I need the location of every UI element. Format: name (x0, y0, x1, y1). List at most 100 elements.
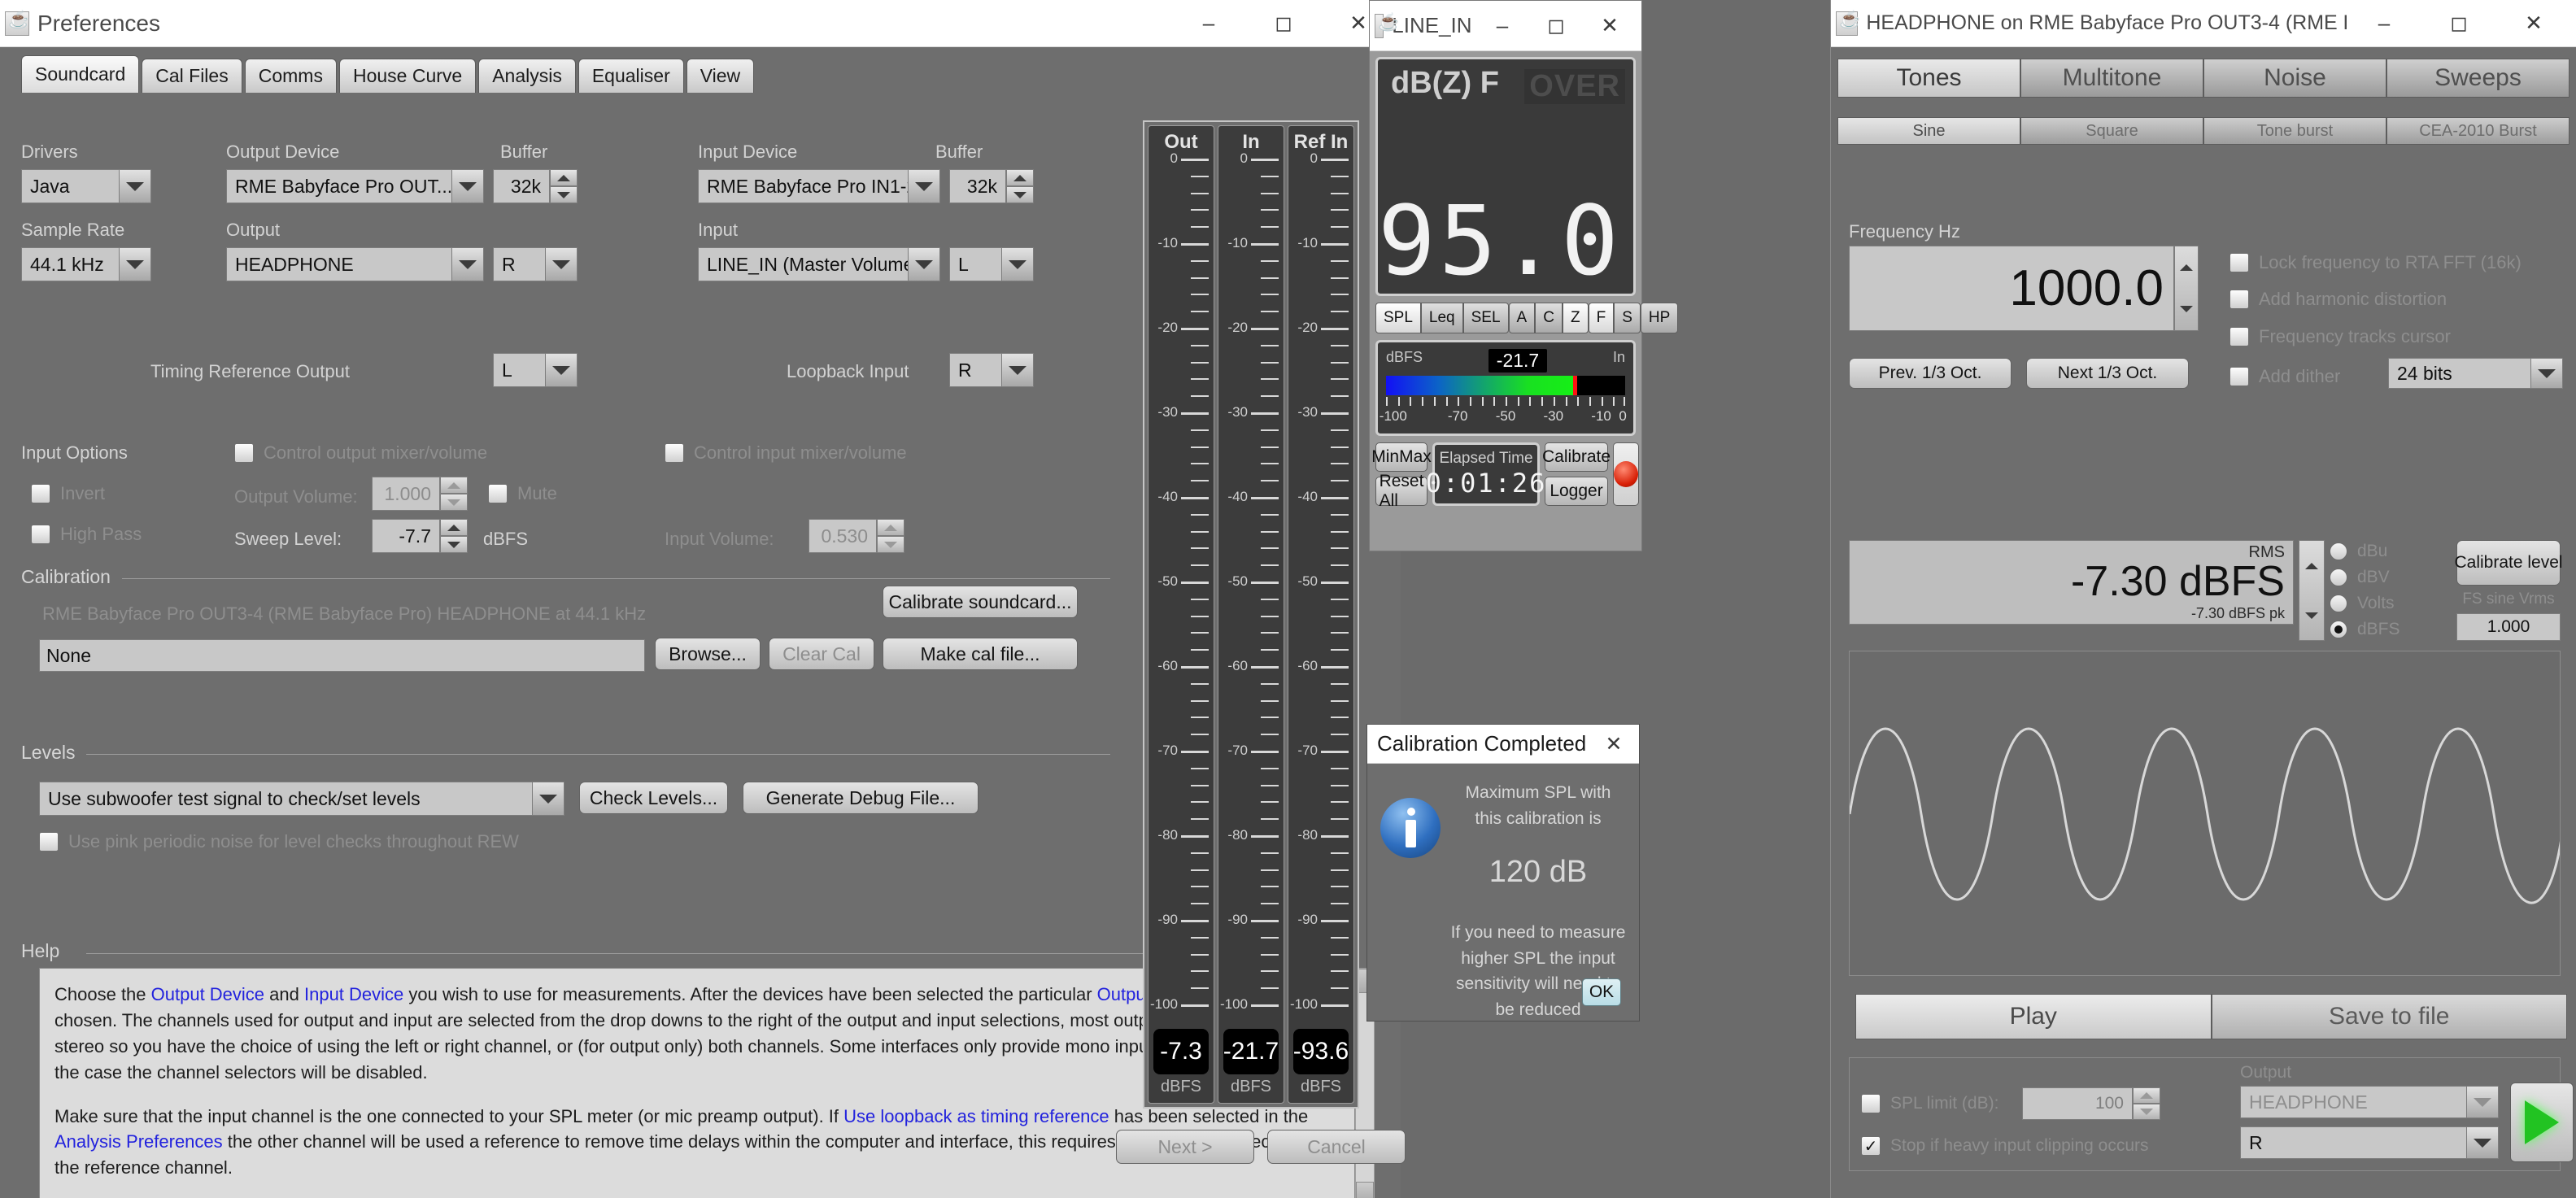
checkbox-box[interactable] (2229, 290, 2249, 309)
checkbox-spl-limit[interactable]: SPL limit (dB): (1861, 1094, 1998, 1113)
checkbox-control-input-mixer[interactable]: Control input mixer/volume (665, 442, 907, 464)
tab-cal-files[interactable]: Cal Files (142, 59, 242, 93)
checkbox-box[interactable] (665, 443, 684, 463)
chevron-down-icon[interactable] (2466, 1126, 2499, 1159)
radio-button[interactable] (2330, 621, 2347, 638)
help-link-use-loopback[interactable]: Use loopback as timing reference (843, 1106, 1109, 1126)
subtab-cea-2010-burst[interactable]: CEA-2010 Burst (2386, 117, 2569, 145)
make-cal-file-button[interactable]: Make cal file... (883, 638, 1078, 670)
minimize-icon[interactable]: – (1171, 1, 1246, 46)
logger-button[interactable]: Logger (1545, 477, 1608, 506)
input-channel-combo[interactable]: L (949, 247, 1034, 281)
spinner-down-icon[interactable] (2175, 289, 2198, 331)
radio-volts[interactable]: Volts (2330, 594, 2452, 613)
spinner-up-icon[interactable] (440, 519, 468, 536)
output-level-display[interactable]: RMS -7.30 dBFS -7.30 dBFS pk (1849, 540, 2294, 625)
checkbox-lock-frequency[interactable]: Lock frequency to RTA FFT (16k) (2229, 252, 2522, 273)
spinner-down-icon[interactable] (1006, 186, 1034, 203)
close-icon[interactable]: ✕ (1593, 725, 1634, 763)
spinner-up-icon[interactable] (1006, 169, 1034, 186)
checkbox-use-pink-noise[interactable]: Use pink periodic noise for level checks… (39, 831, 519, 852)
checkbox-control-output-mixer[interactable]: Control output mixer/volume (234, 442, 487, 464)
tab-equaliser[interactable]: Equaliser (578, 59, 684, 93)
sweep-level-spinner[interactable]: -7.7 (372, 519, 468, 553)
dither-bits-combo[interactable]: 24 bits (2388, 358, 2563, 389)
chevron-down-icon[interactable] (451, 247, 484, 281)
spinner-down-icon[interactable] (550, 186, 578, 203)
tab-multitone[interactable]: Multitone (2020, 59, 2203, 98)
spl-mode-leq-button[interactable]: Leq (1420, 303, 1463, 333)
play-button[interactable]: Play (1855, 994, 2212, 1039)
calibrate-button[interactable]: Calibrate (1542, 442, 1611, 472)
output-channel-combo[interactable]: R (2240, 1126, 2499, 1159)
frequency-value[interactable]: 1000.0 (1849, 246, 2174, 331)
cal-file-field[interactable]: None (39, 639, 645, 672)
checkbox-box[interactable] (39, 832, 59, 852)
checkbox-box[interactable] (234, 443, 254, 463)
checkbox-box[interactable] (1861, 1094, 1881, 1113)
subtab-tone-burst[interactable]: Tone burst (2203, 117, 2386, 145)
minmax-button[interactable]: MinMax (1371, 442, 1432, 472)
tab-house-curve[interactable]: House Curve (338, 59, 477, 93)
checkbox-add-dither[interactable]: Add dither (2229, 366, 2340, 387)
chevron-down-icon[interactable] (908, 169, 940, 203)
spl-mode-sel-button[interactable]: SEL (1462, 303, 1509, 333)
fs-sine-vrms-value[interactable]: 1.000 (2456, 613, 2561, 641)
subtab-square[interactable]: Square (2020, 117, 2203, 145)
maximize-icon[interactable]: ◻ (1529, 4, 1583, 48)
spinner-down-icon[interactable] (440, 536, 468, 553)
checkbox-invert[interactable]: Invert (31, 483, 105, 504)
radio-button[interactable] (2330, 542, 2347, 560)
chevron-down-icon[interactable] (545, 247, 578, 281)
spinner-up-icon[interactable] (2175, 246, 2198, 289)
output-device-combo[interactable]: RME Babyface Pro OUT... (226, 169, 484, 203)
spl-speed-s-button[interactable]: S (1614, 303, 1641, 333)
help-link-output-device[interactable]: Output Device (151, 984, 264, 1004)
spl-weight-c-button[interactable]: C (1535, 303, 1563, 333)
chevron-down-icon[interactable] (1001, 247, 1034, 281)
generator-go-button[interactable] (2510, 1083, 2574, 1162)
radio-dbu[interactable]: dBu (2330, 542, 2452, 561)
calibrate-level-button[interactable]: Calibrate level (2454, 540, 2563, 586)
next-third-octave-button[interactable]: Next 1/3 Oct. (2026, 358, 2189, 389)
spinner-down-icon[interactable] (2299, 590, 2324, 640)
input-combo[interactable]: LINE_IN (Master Volume) (698, 247, 940, 281)
chevron-down-icon[interactable] (1001, 353, 1034, 387)
chevron-down-icon[interactable] (2530, 358, 2563, 389)
timing-reference-output-combo[interactable]: L (493, 353, 578, 387)
help-link-analysis-preferences[interactable]: Analysis Preferences (54, 1131, 223, 1152)
check-levels-button[interactable]: Check Levels... (579, 782, 728, 814)
maximize-icon[interactable]: ◻ (1246, 1, 1321, 46)
chevron-down-icon[interactable] (119, 247, 151, 281)
browse-button[interactable]: Browse... (655, 638, 761, 670)
record-button[interactable] (1613, 442, 1639, 506)
prev-third-octave-button[interactable]: Prev. 1/3 Oct. (1849, 358, 2012, 389)
sample-rate-combo[interactable]: 44.1 kHz (21, 247, 151, 281)
subtab-sine[interactable]: Sine (1837, 117, 2020, 145)
tab-tones[interactable]: Tones (1837, 59, 2020, 98)
spl-speed-f-button[interactable]: F (1588, 303, 1615, 333)
output-channel-combo[interactable]: R (493, 247, 578, 281)
chevron-down-icon[interactable] (908, 247, 940, 281)
chevron-down-icon[interactable] (545, 353, 578, 387)
spinner-up-icon[interactable] (2299, 541, 2324, 590)
level-stepper[interactable] (2299, 540, 2325, 641)
frequency-spinner[interactable]: 1000.0 (1849, 246, 2199, 331)
tab-comms[interactable]: Comms (244, 59, 337, 93)
output-combo[interactable]: HEADPHONE (226, 247, 484, 281)
checkbox-frequency-tracks-cursor[interactable]: Frequency tracks cursor (2229, 326, 2451, 347)
frequency-stepper[interactable] (2174, 246, 2199, 331)
loopback-input-combo[interactable]: R (949, 353, 1034, 387)
generate-debug-file-button[interactable]: Generate Debug File... (743, 782, 979, 814)
chevron-down-icon[interactable] (119, 169, 151, 203)
drivers-combo[interactable]: Java (21, 169, 151, 203)
input-buffer-spinner[interactable]: 32k (949, 169, 1034, 203)
calibrate-soundcard-button[interactable]: Calibrate soundcard... (883, 586, 1078, 618)
ok-button[interactable]: OK (1582, 978, 1621, 1006)
output-buffer-spinner[interactable]: 32k (493, 169, 578, 203)
checkbox-box[interactable] (31, 525, 50, 544)
spl-weight-a-button[interactable]: A (1508, 303, 1536, 333)
levels-test-signal-combo[interactable]: Use subwoofer test signal to check/set l… (39, 782, 564, 816)
checkbox-box[interactable] (2229, 367, 2249, 386)
minimize-icon[interactable]: – (2347, 1, 2421, 46)
